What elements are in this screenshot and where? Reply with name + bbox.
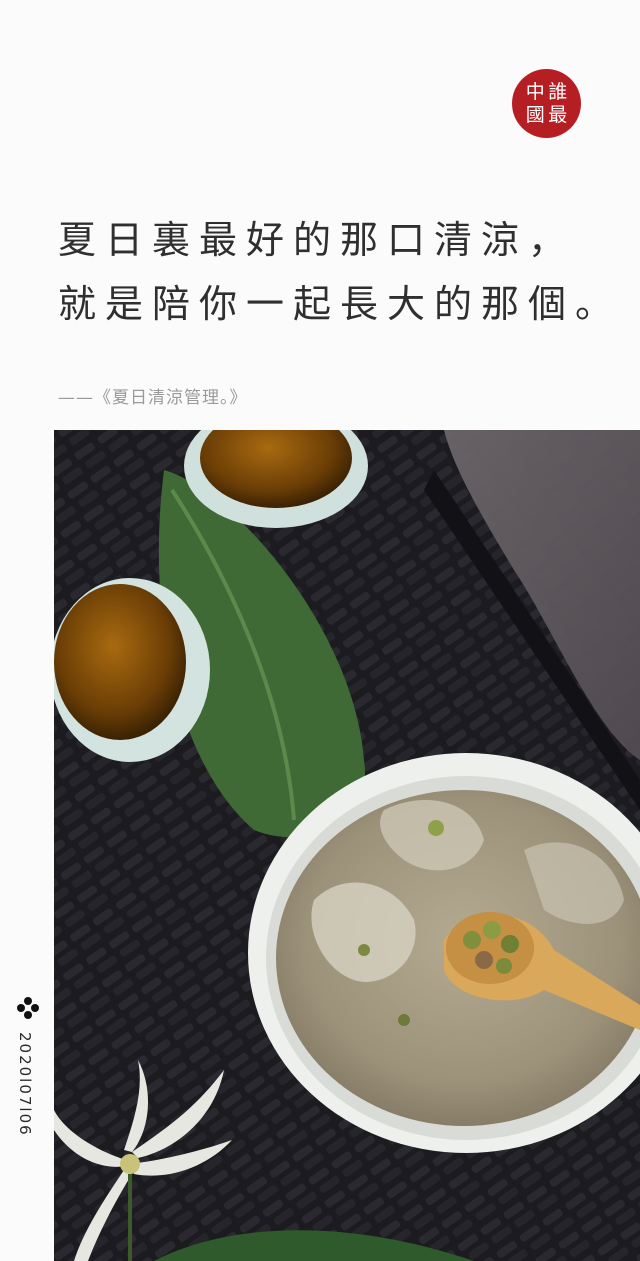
seal-char: 誰 (548, 81, 568, 103)
seal-logo: 中 誰 國 最 (512, 69, 581, 138)
headline-line-2: 就是陪你一起長大的那個。 (58, 282, 623, 326)
source-citation: ——《夏日清涼管理。》 (58, 388, 248, 408)
headline-line-1: 夏日裏最好的那口清涼， (58, 218, 576, 262)
headline: 夏日裏最好的那口清涼， 就是陪你一起長大的那個。 (58, 208, 638, 336)
food-photo (54, 430, 640, 1261)
flower-icon (17, 997, 39, 1019)
post-date: 2020l07l06 (16, 1032, 34, 1137)
seal-char: 最 (548, 103, 568, 126)
seal-char: 國 (525, 103, 545, 126)
seal-char: 中 (525, 81, 545, 103)
